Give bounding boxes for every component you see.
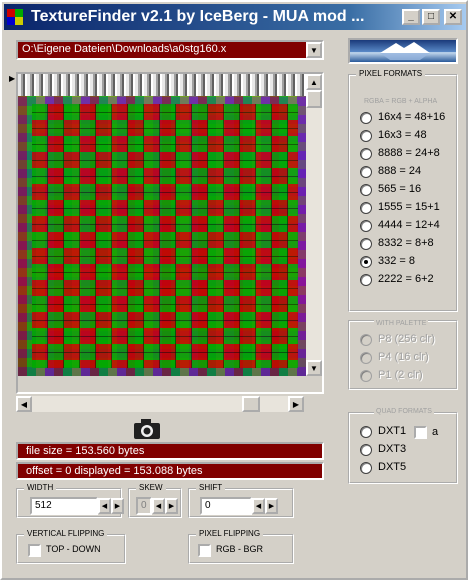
skew-increment-icon[interactable]: ▶ <box>165 498 178 514</box>
offset-readout: offset = 0 displayed = 153.088 bytes <box>16 462 324 480</box>
pixel-format-label-3: 888 = 24 <box>378 165 422 177</box>
width-group: WIDTH 512 ◀ ▶ <box>16 483 124 518</box>
row-marker-icon: ▶ <box>9 74 16 83</box>
pixel-format-radio-0[interactable] <box>360 112 372 124</box>
window-title: TextureFinder v2.1 by IceBerg - MUA mod … <box>31 8 365 25</box>
rgba-sub-label: RGBA = RGB + ALPHA <box>364 98 438 105</box>
file-path-combo[interactable]: O:\Eigene Dateien\Downloads\a0stg160.x ▼ <box>16 40 324 60</box>
horizontal-scroll-thumb[interactable] <box>242 396 260 412</box>
iceberg-logo <box>348 38 458 64</box>
vertical-scrollbar[interactable]: ▲ ▼ <box>306 74 322 376</box>
pixel-flipping-label: PIXEL FLIPPING <box>196 529 264 538</box>
pixel-format-radio-3[interactable] <box>360 166 372 178</box>
width-label: WIDTH <box>24 483 57 492</box>
maximize-button[interactable]: □ <box>422 9 440 25</box>
pixel-format-label-2: 8888 = 24+8 <box>378 147 440 159</box>
pixel-format-radio-5[interactable] <box>360 202 372 214</box>
palette-group: WITH PALETTE P8 (256 clr) P4 (16 clr) P1 (… <box>348 320 458 390</box>
scroll-left-icon[interactable]: ◀ <box>16 396 32 412</box>
pixel-formats-label: PIXEL FORMATS <box>356 69 426 78</box>
file-size-readout: file size = 153.560 bytes <box>16 442 324 460</box>
shift-group: SHIFT 0 ◀ ▶ <box>188 483 294 518</box>
dxt1-alpha-label: a <box>432 426 439 438</box>
skew-input[interactable]: 0 <box>136 497 152 515</box>
pixel-format-label-0: 16x4 = 48+16 <box>378 111 446 123</box>
title-bar[interactable]: TextureFinder v2.1 by IceBerg - MUA mod … <box>4 4 466 30</box>
close-button[interactable]: ✕ <box>444 9 462 25</box>
quad-format-radio-0[interactable] <box>360 426 372 438</box>
palette-format-label-0: P8 (256 clr) <box>378 333 435 345</box>
rgb-bgr-checkbox[interactable] <box>198 544 211 557</box>
file-path-text: O:\Eigene Dateien\Downloads\a0stg160.x <box>22 43 227 55</box>
top-down-checkbox[interactable] <box>28 544 41 557</box>
quad-format-label-0: DXT1 <box>378 425 407 437</box>
texture-viewer[interactable]: ▲ ▼ <box>16 72 324 394</box>
with-palette-label: WITH PALETTE <box>374 320 429 327</box>
palette-format-radio-1[interactable] <box>360 352 372 364</box>
shift-input[interactable]: 0 <box>200 497 252 515</box>
pixel-format-label-4: 565 = 16 <box>378 183 422 195</box>
pixel-format-label-6: 4444 = 12+4 <box>378 219 440 231</box>
vertical-flipping-label: VERTICAL FLIPPING <box>24 529 108 538</box>
palette-format-label-2: P1 (2 clr) <box>378 369 423 381</box>
main-window: TextureFinder v2.1 by IceBerg - MUA mod … <box>0 0 468 580</box>
pixel-format-radio-4[interactable] <box>360 184 372 196</box>
pixel-flipping-group: PIXEL FLIPPING RGB - BGR <box>188 529 294 564</box>
scroll-down-icon[interactable]: ▼ <box>306 360 322 376</box>
minimize-button[interactable]: _ <box>402 9 420 25</box>
app-icon <box>7 9 23 25</box>
pixel-formats-group: PIXEL FORMATS RGBA = RGB + ALPHA 16x4 = … <box>348 69 458 312</box>
pixel-format-label-8: 332 = 8 <box>378 255 416 267</box>
skew-label: SKEW <box>136 483 166 492</box>
pixel-format-label-7: 8332 = 8+8 <box>378 237 434 249</box>
palette-format-radio-2[interactable] <box>360 370 372 382</box>
pixel-format-radio-1[interactable] <box>360 130 372 142</box>
pixel-format-radio-7[interactable] <box>360 238 372 250</box>
palette-format-label-1: P4 (16 clr) <box>378 351 429 363</box>
vertical-scroll-thumb[interactable] <box>306 90 322 108</box>
shift-decrement-icon[interactable]: ◀ <box>252 498 265 514</box>
camera-icon[interactable] <box>132 418 162 440</box>
shift-increment-icon[interactable]: ▶ <box>265 498 278 514</box>
scroll-right-icon[interactable]: ▶ <box>288 396 304 412</box>
texture-preview <box>18 74 306 376</box>
scroll-up-icon[interactable]: ▲ <box>306 74 322 90</box>
vertical-flipping-group: VERTICAL FLIPPING TOP - DOWN <box>16 529 126 564</box>
quad-format-label-2: DXT5 <box>378 461 407 473</box>
palette-format-radio-0[interactable] <box>360 334 372 346</box>
shift-label: SHIFT <box>196 483 226 492</box>
top-down-label: TOP - DOWN <box>46 544 101 554</box>
pixel-format-radio-6[interactable] <box>360 220 372 232</box>
quad-formats-group: QUAD FORMATS a DXT1 DXT3 DXT5 <box>348 408 458 484</box>
width-increment-icon[interactable]: ▶ <box>111 498 124 514</box>
pixel-format-radio-8[interactable] <box>360 256 372 268</box>
texture-noise-band <box>18 74 306 96</box>
dropdown-arrow-icon[interactable]: ▼ <box>306 42 322 58</box>
skew-group: SKEW 0 ◀ ▶ <box>128 483 182 518</box>
quad-format-radio-2[interactable] <box>360 462 372 474</box>
dxt1-alpha-checkbox[interactable] <box>414 426 427 439</box>
pixel-format-label-9: 2222 = 6+2 <box>378 273 434 285</box>
pixel-format-radio-2[interactable] <box>360 148 372 160</box>
skew-decrement-icon[interactable]: ◀ <box>152 498 165 514</box>
pixel-format-label-5: 1555 = 15+1 <box>378 201 440 213</box>
width-input[interactable]: 512 <box>30 497 98 515</box>
horizontal-scrollbar[interactable]: ◀ ▶ <box>16 396 304 412</box>
quad-format-label-1: DXT3 <box>378 443 407 455</box>
width-decrement-icon[interactable]: ◀ <box>98 498 111 514</box>
pixel-format-radio-9[interactable] <box>360 274 372 286</box>
texture-grid <box>32 104 298 368</box>
quad-format-radio-1[interactable] <box>360 444 372 456</box>
quad-formats-label: QUAD FORMATS <box>374 408 434 415</box>
pixel-format-label-1: 16x3 = 48 <box>378 129 427 141</box>
rgb-bgr-label: RGB - BGR <box>216 544 264 554</box>
